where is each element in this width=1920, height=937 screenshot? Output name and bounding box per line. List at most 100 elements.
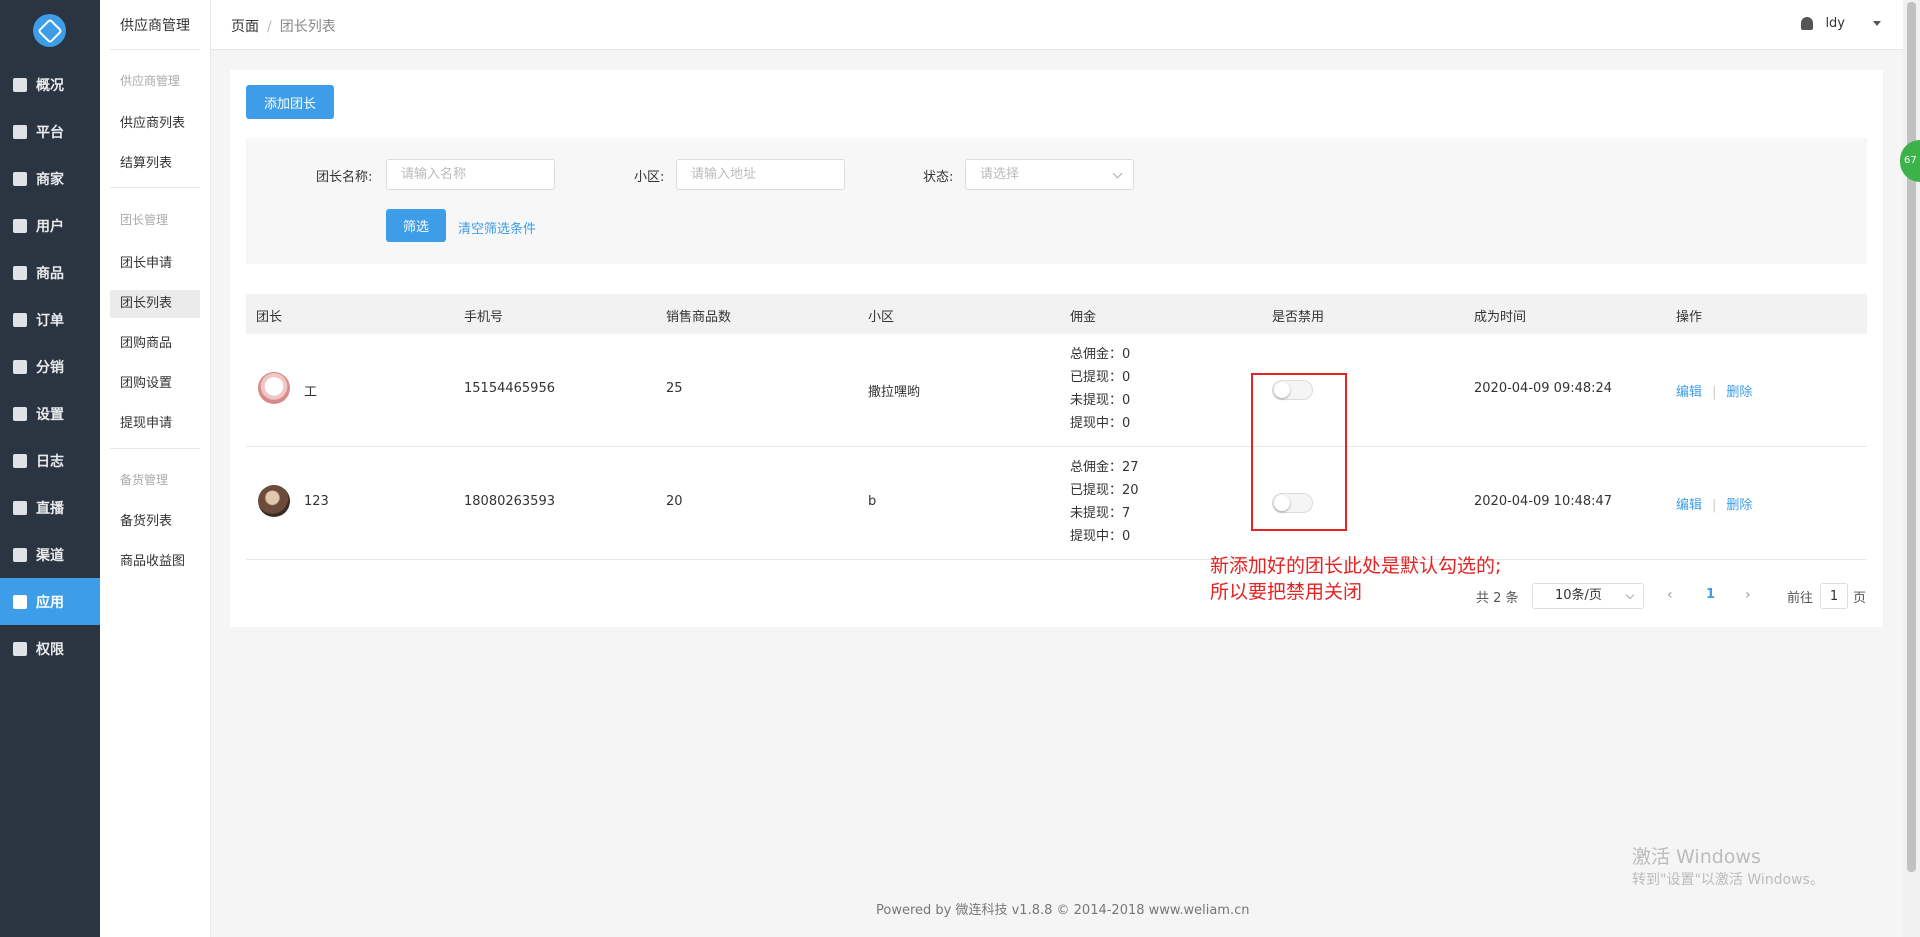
- main-nav: 概况 平台 商家 用户 商品 订单 分销 设置 日志 直播 渠道 应用 权限: [0, 61, 100, 672]
- join-time: 2020-04-09 10:48:47: [1474, 494, 1613, 509]
- edit-link[interactable]: 编辑: [1676, 385, 1702, 400]
- phone: 15154465956: [464, 381, 555, 396]
- column-header: 手机号: [464, 310, 504, 325]
- column-header: 团长: [256, 310, 283, 325]
- dashboard-icon: [13, 77, 27, 92]
- table-header: 团长 手机号 销售商品数 小区 佣金 是否禁用 成为时间 操作: [246, 294, 1867, 334]
- column-header: 小区: [868, 310, 895, 325]
- row-actions: 编辑 | 删除: [1676, 498, 1753, 513]
- table-row: 工 15154465956 25 撒拉嘿哟 总佣金：0 已提现：0 未提现：0 …: [246, 334, 1867, 447]
- sub-link-supplier-list[interactable]: 供应商列表: [110, 110, 200, 138]
- nav-item-live[interactable]: 直播: [0, 484, 100, 531]
- area: 撒拉嘿哟: [868, 385, 921, 400]
- sub-group-label: 备货管理: [120, 473, 169, 487]
- sub-link-settlement-list[interactable]: 结算列表: [110, 150, 200, 178]
- nav-item-distribution[interactable]: 分销: [0, 343, 100, 390]
- clear-filter-link[interactable]: 清空筛选条件: [458, 218, 536, 237]
- footer-text: Powered by 微连科技 v1.8.8 © 2014-2018 www.w…: [876, 903, 1250, 918]
- scrollbar-thumb[interactable]: [1907, 2, 1916, 872]
- sub-group-label: 供应商管理: [120, 74, 181, 88]
- commission-info: 总佣金：0 已提现：0 未提现：0 提现中：0: [1070, 347, 1131, 431]
- page-number-current[interactable]: 1: [1706, 587, 1715, 602]
- pagination-total: 共 2 条: [1476, 591, 1519, 606]
- filter-panel: 团长名称: 小区: 状态: 请选择 筛选 清空筛选条件: [246, 138, 1867, 264]
- page-size-select[interactable]: 10条/页: [1532, 583, 1644, 609]
- sales-count: 20: [666, 494, 683, 509]
- goto-page-input[interactable]: [1820, 583, 1848, 609]
- nav-item-platform[interactable]: 平台: [0, 108, 100, 155]
- leader-name: 123: [304, 494, 329, 509]
- nav-item-overview[interactable]: 概况: [0, 61, 100, 108]
- annotation-box: [1251, 373, 1347, 531]
- log-icon: [13, 453, 27, 468]
- user-icon: [1801, 17, 1814, 30]
- sub-link-stock-list[interactable]: 备货列表: [110, 508, 200, 536]
- nav-item-channel[interactable]: 渠道: [0, 531, 100, 578]
- apps-icon: [13, 594, 27, 609]
- area-input[interactable]: [676, 159, 845, 190]
- join-time: 2020-04-09 09:48:24: [1474, 381, 1613, 396]
- user-icon: [13, 218, 27, 233]
- sub-link-withdraw-apply[interactable]: 提现申请: [110, 410, 200, 438]
- sub-link-leader-apply[interactable]: 团长申请: [110, 250, 200, 278]
- divider: [110, 448, 200, 449]
- nav-item-log[interactable]: 日志: [0, 437, 100, 484]
- filter-area-label: 小区:: [634, 170, 665, 185]
- divider: [110, 49, 200, 50]
- nav-item-user[interactable]: 用户: [0, 202, 100, 249]
- commission-info: 总佣金：27 已提现：20 未提现：7 提现中：0: [1070, 460, 1139, 544]
- row-actions: 编辑 | 删除: [1676, 385, 1753, 400]
- filter-name-label: 团长名称:: [316, 170, 373, 185]
- username: ldy: [1825, 16, 1845, 31]
- goods-icon: [13, 265, 27, 280]
- gear-icon: [13, 406, 27, 421]
- lock-icon: [13, 641, 27, 656]
- page-suffix-label: 页: [1853, 591, 1867, 606]
- sub-link-group-settings[interactable]: 团购设置: [110, 370, 200, 398]
- logo-icon[interactable]: [33, 14, 66, 47]
- nav-item-permission[interactable]: 权限: [0, 625, 100, 672]
- column-header: 是否禁用: [1272, 310, 1325, 325]
- sub-link-leader-list[interactable]: 团长列表: [110, 290, 200, 318]
- nav-item-apps[interactable]: 应用: [0, 578, 100, 625]
- filter-button[interactable]: 筛选: [386, 209, 446, 242]
- breadcrumb: 页面 / 团长列表: [231, 16, 336, 36]
- phone: 18080263593: [464, 494, 555, 509]
- caret-down-icon: [1873, 21, 1881, 26]
- live-icon: [13, 500, 27, 515]
- delete-link[interactable]: 删除: [1726, 385, 1752, 400]
- edit-link[interactable]: 编辑: [1676, 498, 1702, 513]
- next-page-icon[interactable]: ›: [1745, 587, 1751, 603]
- nav-item-order[interactable]: 订单: [0, 296, 100, 343]
- goto-label: 前往: [1787, 591, 1814, 606]
- distribution-icon: [13, 359, 27, 374]
- breadcrumb-root[interactable]: 页面: [231, 19, 259, 35]
- channel-icon: [13, 547, 27, 562]
- filter-status-label: 状态:: [923, 170, 954, 185]
- windows-watermark-title: 激活 Windows: [1632, 846, 1761, 868]
- prev-page-icon[interactable]: ‹: [1667, 587, 1673, 603]
- add-leader-button[interactable]: 添加团长: [246, 85, 334, 119]
- windows-watermark-subtitle: 转到"设置"以激活 Windows。: [1632, 872, 1824, 888]
- sub-link-goods-profit[interactable]: 商品收益图: [110, 548, 200, 576]
- status-select[interactable]: 请选择: [965, 159, 1134, 190]
- sub-link-group-goods[interactable]: 团购商品: [110, 330, 200, 358]
- leader-name-input[interactable]: [386, 159, 555, 190]
- sales-count: 25: [666, 381, 683, 396]
- chevron-down-icon: [1625, 590, 1635, 600]
- order-icon: [13, 312, 27, 327]
- store-icon: [13, 171, 27, 186]
- nav-item-settings[interactable]: 设置: [0, 390, 100, 437]
- column-header: 操作: [1676, 310, 1703, 325]
- nav-item-merchant[interactable]: 商家: [0, 155, 100, 202]
- column-header: 销售商品数: [666, 310, 732, 325]
- sub-sidebar: 供应商管理 供应商管理 供应商列表 结算列表 团长管理 团长申请 团长列表 团购…: [100, 0, 211, 937]
- sub-group-label: 团长管理: [120, 213, 169, 227]
- chevron-down-icon: [1112, 168, 1123, 179]
- user-menu[interactable]: ldy: [1801, 16, 1881, 31]
- area: b: [868, 494, 877, 509]
- column-header: 成为时间: [1474, 310, 1527, 325]
- nav-item-goods[interactable]: 商品: [0, 249, 100, 296]
- main-sidebar: 概况 平台 商家 用户 商品 订单 分销 设置 日志 直播 渠道 应用 权限: [0, 0, 100, 937]
- delete-link[interactable]: 删除: [1726, 498, 1752, 513]
